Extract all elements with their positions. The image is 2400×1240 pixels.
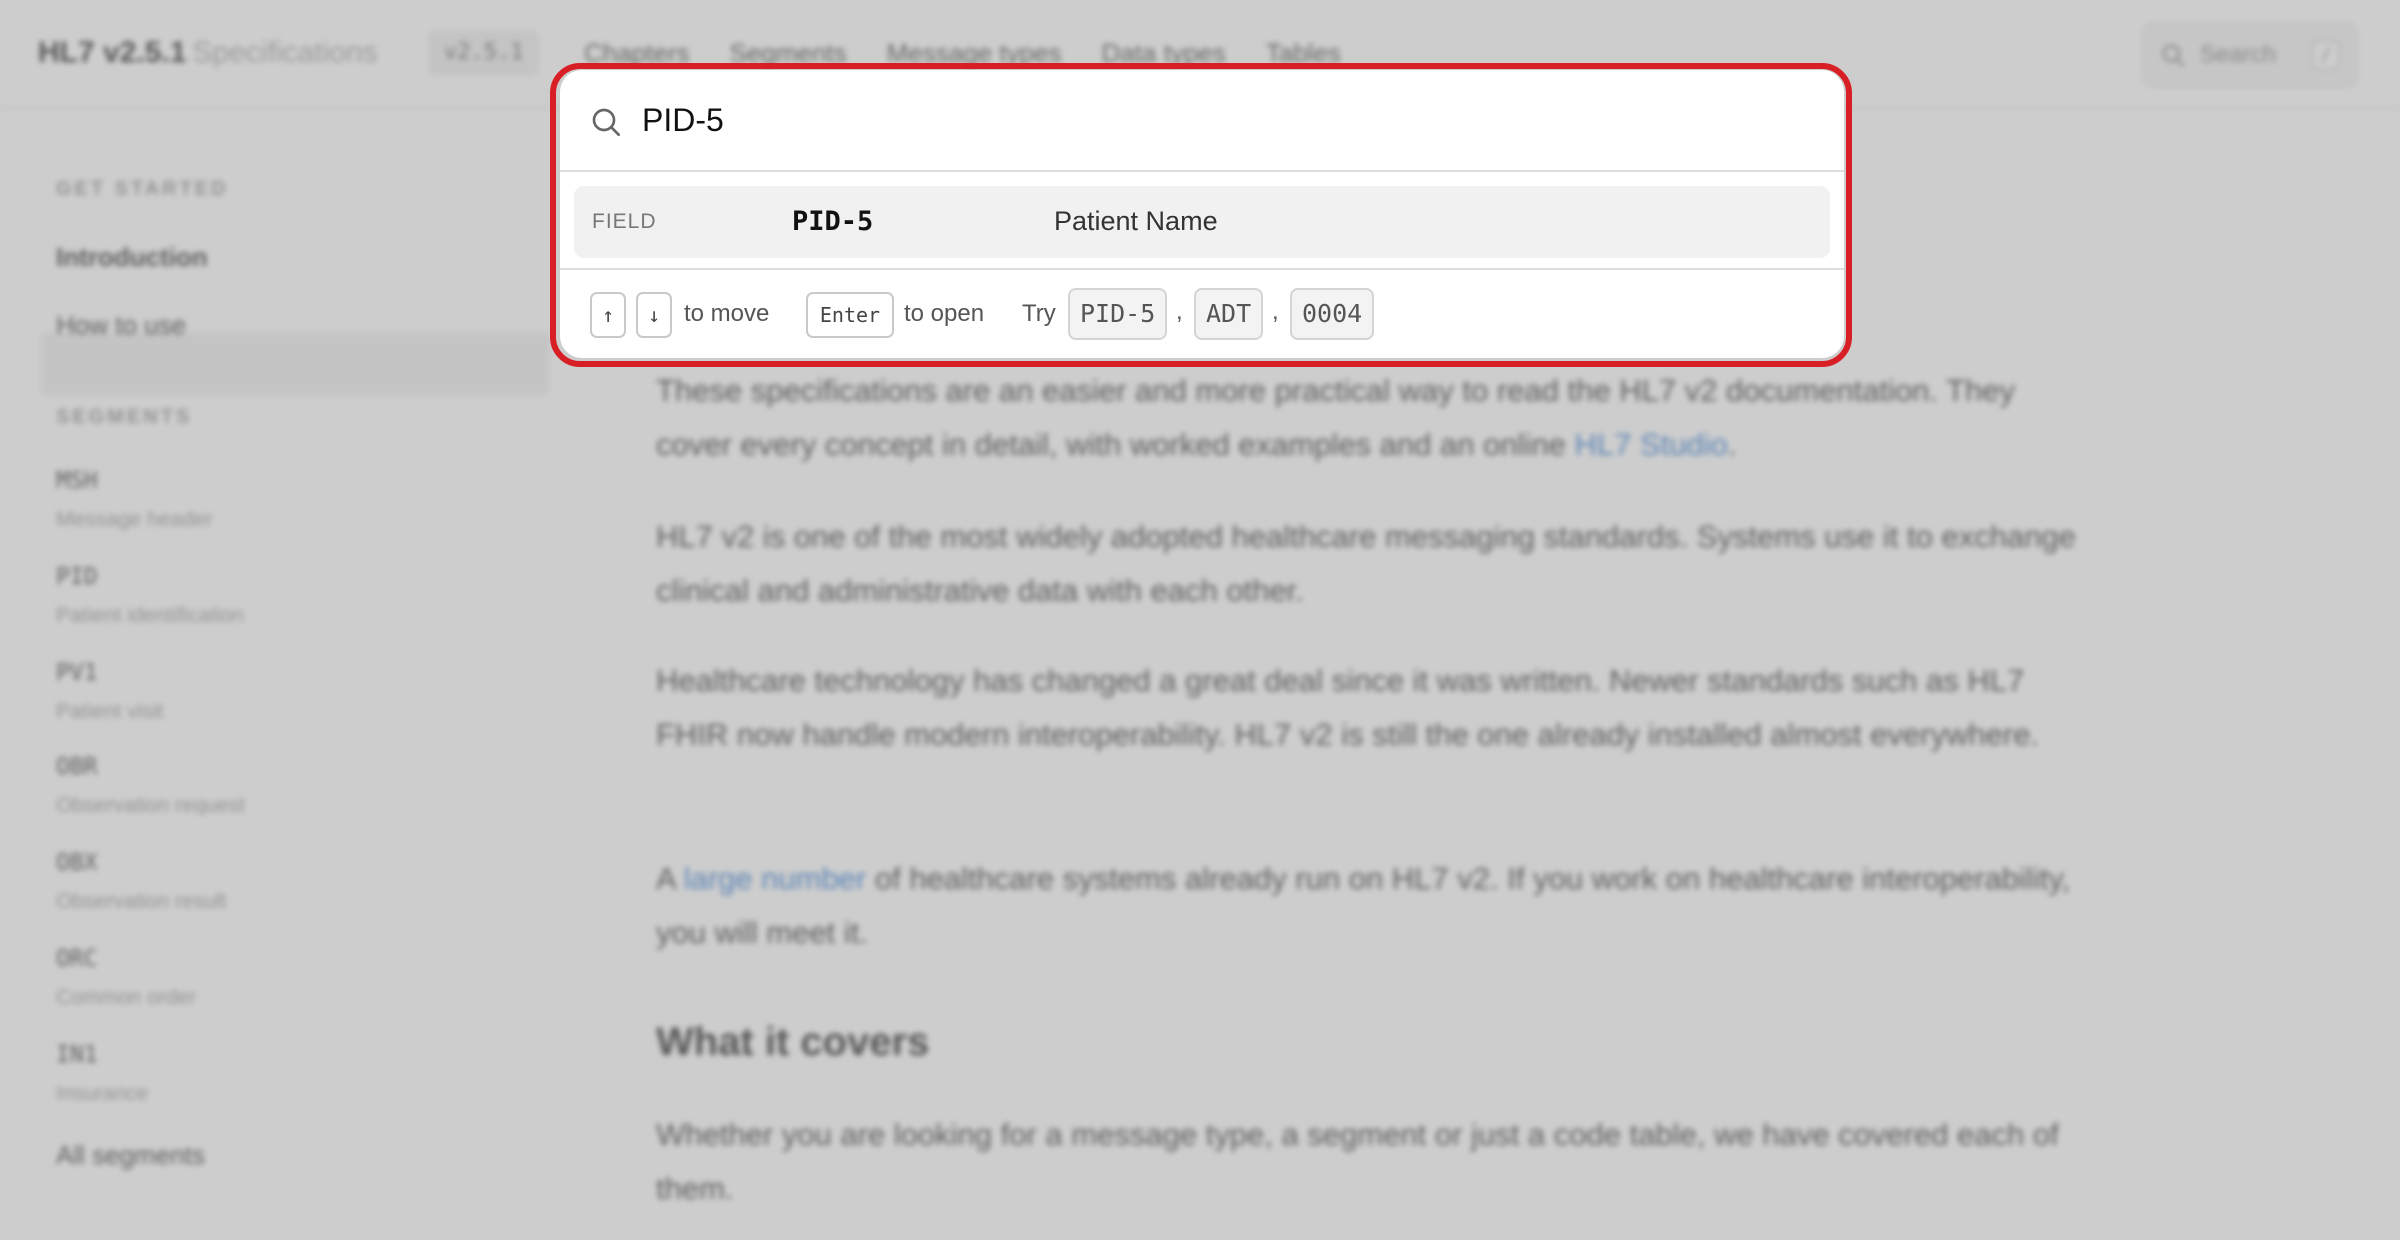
hint-try: Try — [1022, 300, 1056, 327]
result-name: Patient Name — [1054, 206, 1218, 236]
example-separator: , — [1272, 298, 1279, 325]
try-example-0004[interactable]: 0004 — [1290, 288, 1375, 340]
hint-to-open: to open — [904, 300, 985, 327]
example-separator: , — [1176, 298, 1183, 325]
palette-search-row — [560, 70, 1844, 172]
key-enter: Enter — [806, 292, 894, 338]
result-kind: FIELD — [592, 210, 657, 233]
search-result-item[interactable]: FIELD PID-5 Patient Name — [574, 186, 1830, 258]
key-arrow-down: ↓ — [636, 292, 672, 338]
search-palette: FIELD PID-5 Patient Name ↑ ↓ to move Ent… — [560, 70, 1844, 358]
try-example-pid-5[interactable]: PID-5 — [1068, 288, 1168, 340]
try-example-adt[interactable]: ADT — [1194, 288, 1264, 340]
hint-to-move: to move — [684, 300, 770, 327]
palette-search-input[interactable] — [642, 92, 1812, 148]
search-icon — [592, 108, 620, 136]
palette-footer: ↑ ↓ to move Enter to open Try PID-5 , AD… — [560, 268, 1844, 358]
result-code: PID-5 — [792, 206, 874, 237]
key-arrow-up: ↑ — [590, 292, 626, 338]
